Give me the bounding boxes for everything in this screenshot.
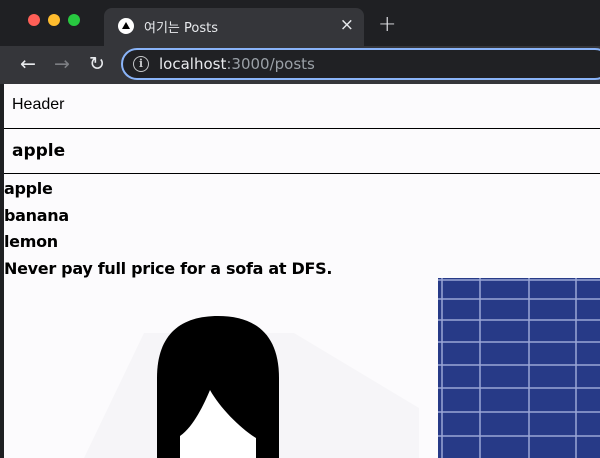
- url-host: localhost: [159, 55, 227, 73]
- close-window-button[interactable]: [28, 14, 40, 26]
- favicon-icon: [118, 18, 134, 34]
- reload-icon[interactable]: ↻: [85, 52, 109, 76]
- header-text: Header: [12, 96, 65, 113]
- tab-title: 여기는 Posts: [144, 21, 218, 36]
- subheader-text: apple: [12, 141, 66, 161]
- maximize-window-button[interactable]: [68, 14, 80, 26]
- page-header: Header: [4, 84, 600, 129]
- site-info-icon[interactable]: i: [133, 56, 149, 72]
- post-list: apple banana lemon Never pay full price …: [4, 176, 332, 282]
- page-viewport: Header apple apple banana lemon Never pa…: [4, 84, 600, 458]
- list-item: apple: [4, 179, 53, 198]
- forward-arrow-icon[interactable]: →: [50, 52, 74, 76]
- url-text[interactable]: localhost:3000/posts: [159, 55, 315, 73]
- new-tab-button[interactable]: +: [378, 11, 396, 39]
- page-subheader: apple: [4, 130, 600, 174]
- list-item: lemon: [4, 232, 58, 251]
- browser-tab[interactable]: 여기는 Posts ×: [104, 8, 364, 46]
- list-item: banana: [4, 205, 69, 225]
- person-illustration: [84, 316, 419, 458]
- back-arrow-icon[interactable]: ←: [16, 52, 40, 76]
- tab-close-icon[interactable]: ×: [340, 15, 354, 35]
- address-bar[interactable]: i localhost:3000/posts: [121, 48, 600, 80]
- minimize-window-button[interactable]: [48, 14, 60, 26]
- browser-toolbar: ← → ↻ i localhost:3000/posts: [0, 46, 600, 84]
- url-path: :3000/posts: [226, 55, 315, 73]
- title-bar: 여기는 Posts × +: [0, 0, 600, 46]
- blue-tile-image: [438, 278, 600, 458]
